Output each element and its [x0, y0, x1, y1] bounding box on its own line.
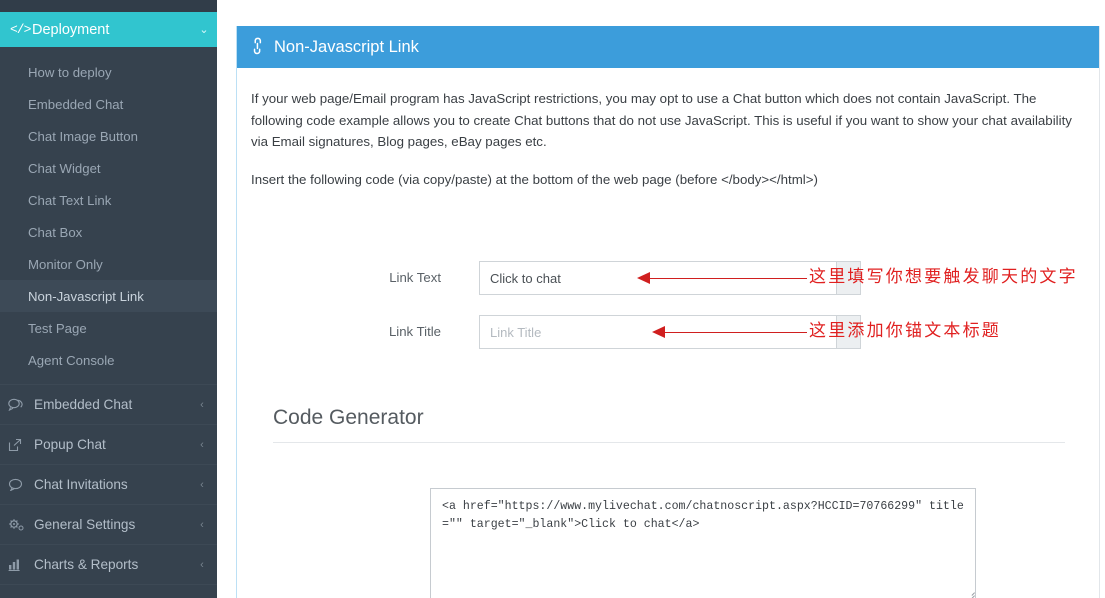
sidebar-sub-label: Agent Console: [28, 352, 115, 368]
code-generator-title: Code Generator: [273, 406, 424, 429]
gears-icon: [8, 518, 34, 532]
generated-code-textarea[interactable]: <a href="https://www.mylivechat.com/chat…: [430, 488, 976, 598]
panel-header: Non-Javascript Link: [237, 26, 1099, 68]
sidebar-item-embedded-chat-group[interactable]: Embedded Chat ‹: [0, 384, 217, 424]
sidebar-item-chat-invitations[interactable]: Chat Invitations ‹: [0, 464, 217, 504]
sidebar-item-label: Charts & Reports: [34, 557, 139, 572]
external-link-icon: [8, 438, 34, 452]
sidebar-sub-label: Chat Widget: [28, 160, 101, 176]
chevron-left-icon: ‹: [200, 518, 204, 531]
sidebar-item-monitor-only[interactable]: Monitor Only: [0, 248, 217, 280]
content-panel: Non-Javascript Link If your web page/Ema…: [236, 26, 1100, 598]
sidebar: </> Deployment ⌄ How to deploy Embedded …: [0, 0, 217, 598]
annotation-arrow-link-title: [652, 326, 807, 338]
code-generator-divider: [273, 442, 1065, 443]
sidebar-item-label: General Settings: [34, 517, 136, 532]
sidebar-sub-label: Embedded Chat: [28, 96, 124, 112]
speech-bubble-icon: [8, 478, 34, 491]
sidebar-item-label: Popup Chat: [34, 437, 106, 452]
sidebar-item-chat-widget[interactable]: Chat Widget: [0, 152, 217, 184]
intro-paragraph-1: If your web page/Email program has JavaS…: [251, 91, 1072, 150]
annotation-text-link-title: 这里添加你锚文本标题: [809, 321, 1001, 341]
chevron-left-icon: ‹: [200, 558, 204, 571]
code-icon: </>: [10, 22, 31, 37]
sidebar-item-chat-box[interactable]: Chat Box: [0, 216, 217, 248]
chevron-left-icon: ‹: [200, 478, 204, 491]
sidebar-item-chat-image-button[interactable]: Chat Image Button: [0, 120, 217, 152]
sidebar-item-chat-text-link[interactable]: Chat Text Link: [0, 184, 217, 216]
bar-chart-icon: [8, 558, 34, 571]
sidebar-group-deployment[interactable]: </> Deployment ⌄: [0, 12, 217, 47]
sidebar-item-how-to-deploy[interactable]: How to deploy: [0, 56, 217, 88]
chats-icon: [8, 398, 34, 411]
sidebar-item-general-settings[interactable]: General Settings ‹: [0, 504, 217, 544]
link-text-label: Link Text: [389, 270, 441, 285]
link-title-label: Link Title: [388, 324, 441, 339]
annotation-arrow-link-text: [637, 272, 807, 284]
sidebar-item-label: Embedded Chat: [34, 397, 133, 412]
sidebar-sub-label: Monitor Only: [28, 256, 103, 272]
chain-link-icon: [247, 35, 270, 58]
sidebar-sub-label: Chat Box: [28, 224, 83, 240]
sidebar-item-non-javascript-link[interactable]: Non-Javascript Link: [0, 280, 217, 312]
sidebar-sub-label: How to deploy: [28, 64, 112, 80]
sidebar-sub-label: Chat Image Button: [28, 128, 138, 144]
sidebar-item-charts-reports[interactable]: Charts & Reports ‹: [0, 544, 217, 584]
sidebar-item-embedded-chat[interactable]: Embedded Chat: [0, 88, 217, 120]
sidebar-item-agent-console[interactable]: Agent Console: [0, 344, 217, 376]
sidebar-item-partial-bottom[interactable]: [0, 584, 217, 598]
chevron-left-icon: ‹: [200, 438, 204, 451]
sidebar-sub-label: Chat Text Link: [28, 192, 112, 208]
intro-paragraph-2: Insert the following code (via copy/past…: [251, 171, 818, 187]
sidebar-item-popup-chat[interactable]: Popup Chat ‹: [0, 424, 217, 464]
sidebar-sub-label: Non-Javascript Link: [28, 288, 144, 304]
sidebar-item-test-page[interactable]: Test Page: [0, 312, 217, 344]
sidebar-top-strip: [0, 0, 217, 12]
panel-body: If your web page/Email program has JavaS…: [237, 68, 1099, 598]
app-root: </> Deployment ⌄ How to deploy Embedded …: [0, 0, 1105, 598]
sidebar-group-label: Deployment: [32, 21, 110, 38]
sidebar-item-label: Chat Invitations: [34, 477, 128, 492]
sidebar-sub-label: Test Page: [28, 320, 87, 336]
chevron-left-icon: ‹: [200, 398, 204, 411]
panel-title: Non-Javascript Link: [274, 37, 419, 56]
chevron-down-icon: ⌄: [199, 24, 209, 36]
annotation-text-link-text: 这里填写你想要触发聊天的文字: [809, 267, 1078, 287]
